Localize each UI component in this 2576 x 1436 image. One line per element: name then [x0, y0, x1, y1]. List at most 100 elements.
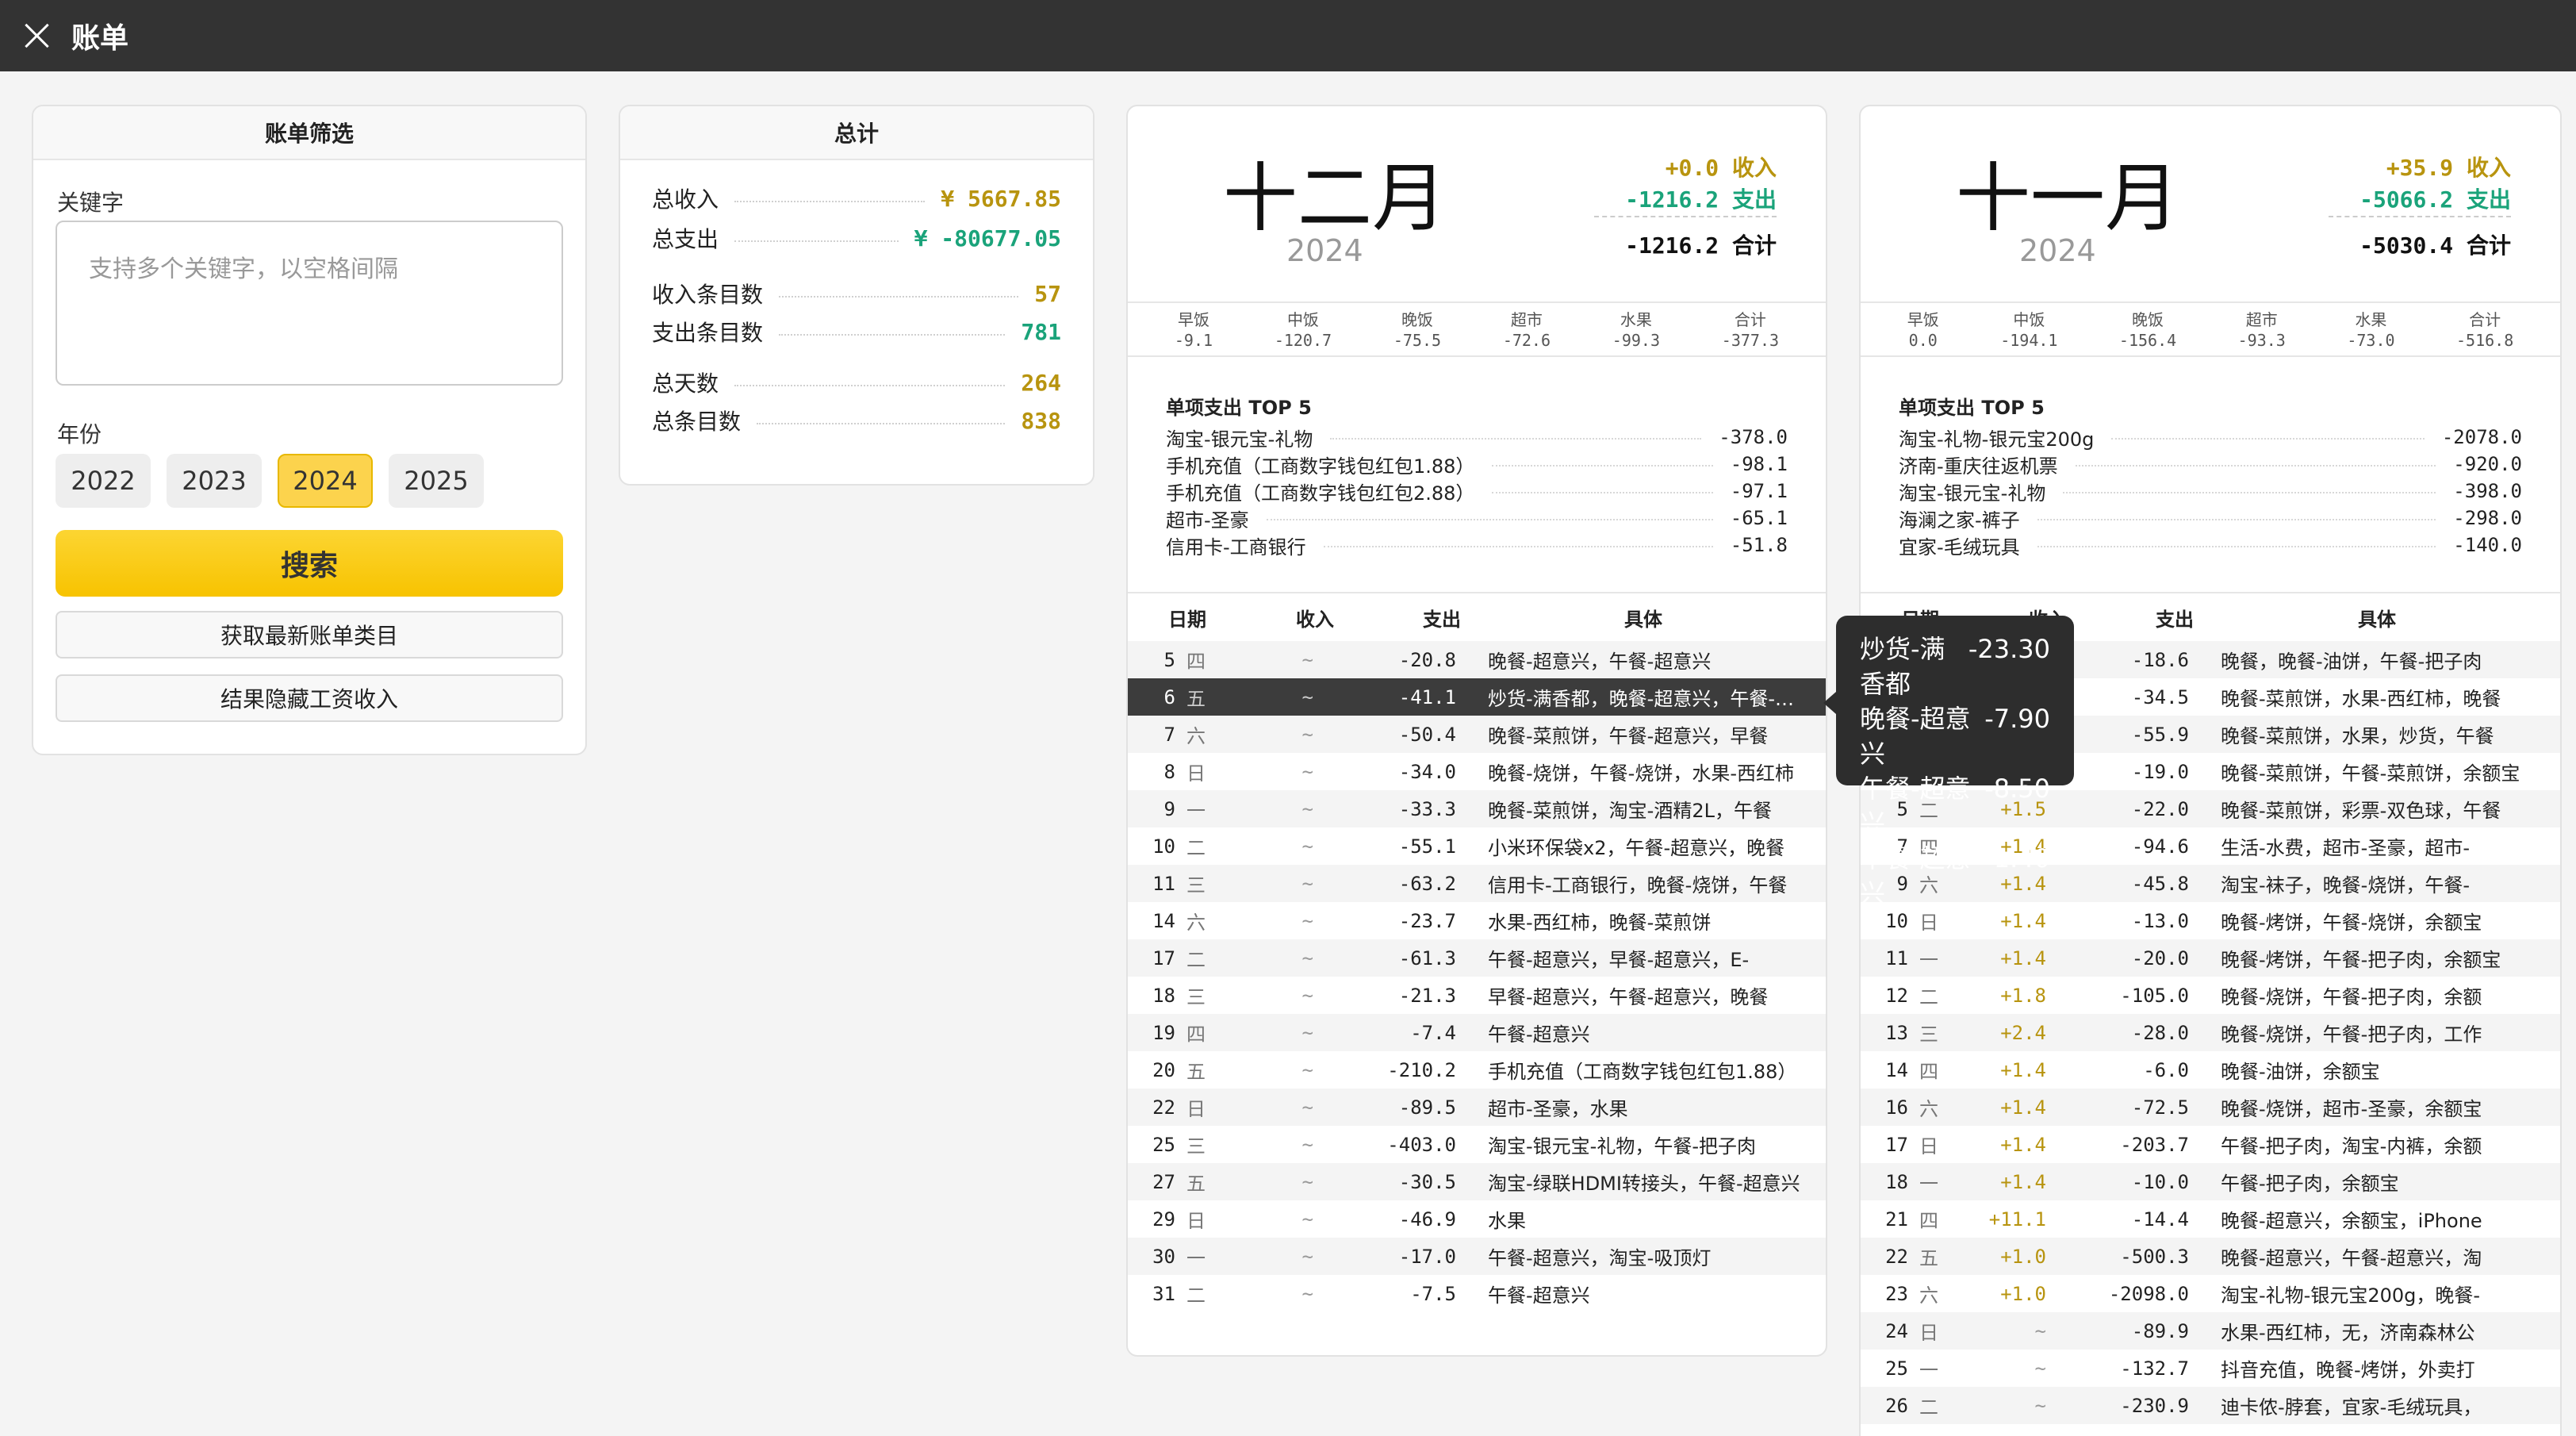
table-row[interactable]: 26 二 ~ -230.9 迪卡侬-脖套，宜家-毛绒玩具，: [1861, 1387, 2560, 1424]
meal-value: -99.3: [1612, 331, 1661, 350]
row-detail: 淘宝-袜子，晚餐-烧饼，午餐-: [2221, 874, 2470, 897]
row-weekday: 五: [1186, 688, 1206, 710]
table-row[interactable]: 18 三 ~ -21.3 早餐-超意兴，午餐-超意兴，晚餐: [1128, 977, 1826, 1014]
top5-name: 手机充值（工商数字钱包红包2.88）: [1166, 482, 1475, 505]
row-expense: -230.9: [2120, 1394, 2189, 1417]
close-icon[interactable]: [22, 21, 51, 50]
table-row[interactable]: 17 日 +1.4 -203.7 午餐-把子肉，淘宝-内裤，余额: [1861, 1126, 2560, 1163]
table-row[interactable]: 31 二 ~ -7.5 午餐-超意兴: [1128, 1275, 1826, 1312]
row-income: +1.0: [2000, 1282, 2046, 1305]
meal-summary: 早饭 -9.1 中饭 -120.7 晚饭 -75.5 超市 -72.6 水果 -99.3 合计 -37…: [1128, 301, 1826, 357]
row-expense: -21.3: [1398, 984, 1456, 1007]
row-detail: 水果-西红柿，晚餐-菜煎饼: [1488, 912, 1712, 934]
row-income: ~: [2034, 1394, 2046, 1417]
year-button[interactable]: 2022: [56, 454, 151, 508]
top5-name: 济南-重庆往返机票: [1899, 455, 2058, 478]
total-value: 781: [1021, 318, 1061, 345]
row-day: 18: [1885, 1170, 1908, 1193]
row-weekday: 一: [1186, 800, 1206, 822]
table-row[interactable]: 21 四 +11.1 -14.4 晚餐-超意兴，余额宝，iPhone: [1861, 1200, 2560, 1238]
row-expense: -50.4: [1398, 723, 1456, 746]
table-row[interactable]: 22 日 ~ -89.5 超市-圣豪，水果: [1128, 1089, 1826, 1126]
row-expense: -7.4: [1410, 1021, 1456, 1044]
table-row[interactable]: 11 三 ~ -63.2 信用卡-工商银行，晚餐-烧饼，午餐: [1128, 865, 1826, 902]
row-day: 27: [1152, 1170, 1175, 1193]
table-row[interactable]: 23 六 +1.0 -2098.0 淘宝-礼物-银元宝200g，晚餐-: [1861, 1275, 2560, 1312]
table-row[interactable]: 5 四 ~ -20.8 晚餐-超意兴，午餐-超意兴: [1128, 641, 1826, 678]
expense-value: -1216.2: [1625, 186, 1719, 213]
table-row[interactable]: 6 五 ~ -41.1 炒货-满香都，晚餐-超意兴，午餐-超意兴: [1128, 678, 1826, 716]
table-row[interactable]: 25 三 ~ -403.0 淘宝-银元宝-礼物，午餐-把子肉: [1128, 1126, 1826, 1163]
row-income: ~: [1301, 760, 1313, 783]
table-row[interactable]: 7 六 ~ -50.4 晚餐-菜煎饼，午餐-超意兴，早餐: [1128, 716, 1826, 753]
leader-dots: [2037, 519, 2436, 520]
table-row[interactable]: 29 日 ~ -46.9 水果: [1128, 1200, 1826, 1238]
meal-item: 早饭 0.0: [1907, 303, 1939, 355]
tooltip-line: 午餐-超意兴 -8.50: [1860, 771, 2050, 841]
row-weekday: 一: [1919, 1173, 1938, 1195]
row-weekday: 四: [1919, 1210, 1938, 1232]
table-row[interactable]: 10 二 ~ -55.1 小米环保袋x2，午餐-超意兴，晚餐: [1128, 827, 1826, 865]
table-row[interactable]: 20 五 ~ -210.2 手机充值（工商数字钱包红包1.88）: [1128, 1051, 1826, 1089]
row-weekday: 六: [1919, 1098, 1938, 1120]
table-row[interactable]: 8 日 ~ -34.0 晚餐-烧饼，午餐-烧饼，水果-西红柿: [1128, 753, 1826, 790]
table-row[interactable]: 19 四 ~ -7.4 午餐-超意兴: [1128, 1014, 1826, 1051]
table-row[interactable]: 30 一 ~ -17.0 午餐-超意兴，淘宝-吸顶灯: [1128, 1238, 1826, 1275]
row-day: 6: [1163, 685, 1175, 708]
table-row[interactable]: 22 五 +1.0 -500.3 晚餐-超意兴，午餐-超意兴，淘: [1861, 1238, 2560, 1275]
table-row[interactable]: 24 日 ~ -89.9 水果-西红柿，无，济南森林公: [1861, 1312, 2560, 1350]
table-row[interactable]: 13 三 +2.4 -28.0 晚餐-烧饼，午餐-把子肉，工作: [1861, 1014, 2560, 1051]
meal-value: -9.1: [1174, 331, 1213, 350]
total-label: 总支出: [652, 226, 719, 252]
year-button[interactable]: 2025: [389, 454, 484, 508]
year-button-selected[interactable]: 2024: [278, 454, 373, 508]
top5-value: -97.1: [1730, 480, 1788, 502]
row-weekday: 日: [1919, 1322, 1938, 1344]
row-weekday: 二: [1186, 949, 1206, 971]
tooltip-value: -23.30: [1968, 634, 2050, 664]
row-detail: 淘宝-礼物-银元宝200g，晚餐-: [2221, 1284, 2481, 1307]
table-row[interactable]: 14 六 ~ -23.7 水果-西红柿，晚餐-菜煎饼: [1128, 902, 1826, 939]
expense-sum: -5066.2 支出: [2359, 182, 2511, 214]
total-row: 总条目数 838: [652, 405, 1061, 436]
table-row[interactable]: 11 一 +1.4 -20.0 晚餐-烤饼，午餐-把子肉，余额宝: [1861, 939, 2560, 977]
top5-value: -2078.0: [2441, 426, 2522, 448]
leader-dots: [779, 296, 1019, 298]
row-detail: 炒货-满香都，晚餐-超意兴，午餐-超意兴: [1488, 688, 1826, 710]
top5-value: -378.0: [1719, 426, 1788, 448]
table-row[interactable]: 27 五 ~ -30.5 淘宝-绿联HDMI转接头，午餐-超意兴: [1128, 1163, 1826, 1200]
row-detail: 午餐-超意兴: [1488, 1284, 1590, 1307]
table-row[interactable]: 16 六 +1.4 -72.5 晚餐-烧饼，超市-圣豪，余额宝: [1861, 1089, 2560, 1126]
search-button[interactable]: 搜索: [56, 530, 563, 597]
table-row[interactable]: 12 二 +1.8 -105.0 晚餐-烧饼，午餐-把子肉，余额: [1861, 977, 2560, 1014]
income-sum: +35.9 收入: [2386, 151, 2511, 182]
top5-value: -51.8: [1730, 534, 1788, 556]
row-income: +1.4: [2000, 909, 2046, 932]
fetch-categories-button[interactable]: 获取最新账单类目: [56, 611, 563, 658]
row-income: ~: [2034, 1357, 2046, 1380]
tooltip-item: 午餐-超意兴: [1860, 774, 1971, 839]
tooltip-item: 炒货-满香都: [1860, 634, 1945, 699]
top5-name: 手机充值（工商数字钱包红包1.88）: [1166, 455, 1475, 478]
total-value: 838: [1021, 407, 1061, 434]
row-income: +1.4: [2000, 1096, 2046, 1119]
table-row[interactable]: 25 一 ~ -132.7 抖音充值，晚餐-烤饼，外卖打: [1861, 1350, 2560, 1387]
table-row[interactable]: 14 四 +1.4 -6.0 晚餐-油饼，余额宝: [1861, 1051, 2560, 1089]
row-expense: -500.3: [2120, 1245, 2189, 1268]
row-income: +11.1: [1988, 1208, 2046, 1231]
keyword-input[interactable]: 支持多个关键字，以空格间隔: [56, 221, 563, 386]
table-row[interactable]: 9 一 ~ -33.3 晚餐-菜煎饼，淘宝-酒精2L，午餐: [1128, 790, 1826, 827]
tooltip-line: 炒货-满香都 -23.30: [1860, 632, 2050, 701]
table-row[interactable]: 17 二 ~ -61.3 午餐-超意兴，早餐-超意兴，E-: [1128, 939, 1826, 977]
row-day: 17: [1885, 1133, 1908, 1156]
table-row[interactable]: 18 一 +1.4 -10.0 午餐-把子肉，余额宝: [1861, 1163, 2560, 1200]
year-button[interactable]: 2023: [167, 454, 262, 508]
total-label: 合计: [1731, 232, 1777, 259]
row-day: 24: [1885, 1319, 1908, 1342]
top5-value: -98.1: [1730, 453, 1788, 475]
top5-row: 济南-重庆往返机票 -920.0: [1899, 451, 2522, 478]
hide-salary-button[interactable]: 结果隐藏工资收入: [56, 674, 563, 722]
row-day: 17: [1152, 946, 1175, 969]
row-weekday: 三: [1919, 1023, 1938, 1046]
top5-row: 淘宝-礼物-银元宝200g -2078.0: [1899, 424, 2522, 451]
